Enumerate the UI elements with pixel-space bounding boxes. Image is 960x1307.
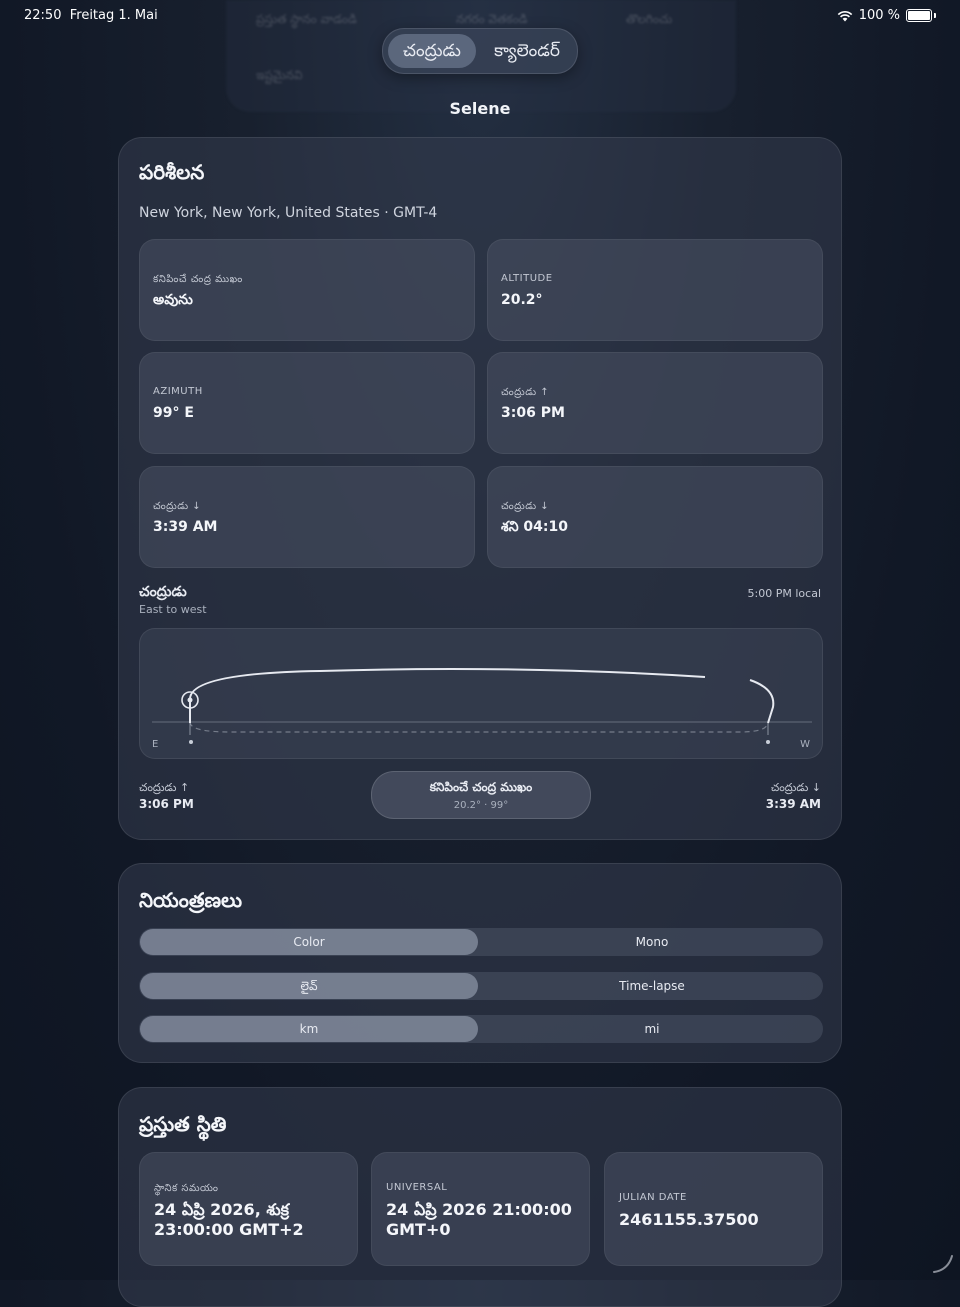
tile-value-line1: 24 ఏప్రి 2026, శుక్ర — [154, 1200, 290, 1219]
tile-label: చంద్రుడు ↑ — [501, 387, 550, 398]
resize-handle-icon[interactable] — [930, 1250, 956, 1276]
julian-date-tile: JULIAN DATE 2461155.37500 — [604, 1152, 823, 1266]
tile-value: అవును — [153, 292, 193, 308]
tab-moon[interactable]: చంద్రుడు — [388, 34, 476, 68]
location-label: New York, New York, United States · GMT-… — [139, 205, 438, 221]
visible-face-pill[interactable]: కనిపించే చంద్ర ముఖం 20.2° · 99° — [371, 771, 591, 819]
battery-icon — [906, 9, 932, 22]
status-right: 100 % — [837, 8, 936, 23]
local-time-tile: స్థానిక సమయం 24 ఏప్రి 2026, శుక్ర 23:00:… — [139, 1152, 358, 1266]
ghost-item: నగరం వెతకండి — [456, 12, 528, 26]
below-horizon-path — [189, 721, 769, 733]
units-toggle: km mi — [139, 1015, 823, 1043]
time-mode-toggle: లైవ్ Time-lapse — [139, 972, 823, 1000]
battery-percent: 100 % — [858, 8, 900, 23]
observation-title: పరిశీలన — [139, 160, 205, 184]
app-title: Selene — [449, 99, 511, 118]
tile-value: 99° E — [153, 405, 194, 421]
current-state-card: ప్రస్తుత స్థితి స్థానిక సమయం 24 ఏప్రి 20… — [118, 1087, 842, 1307]
tile-label: స్థానిక సమయం — [154, 1183, 219, 1194]
universal-time-tile: UNIVERSAL 24 ఏప్రి 2026 21:00:00 GMT+0 — [371, 1152, 590, 1266]
current-state-title: ప్రస్తుత స్థితి — [139, 1112, 227, 1136]
status-left: 22:50 Freitag 1. Mai — [24, 8, 158, 23]
moonset-tile: చంద్రుడు ↓ 3:39 AM — [139, 466, 475, 568]
status-time: 22:50 — [24, 8, 62, 23]
moon-path-title: చంద్రుడు — [139, 584, 187, 600]
tile-value: శని 04:10 — [501, 519, 568, 535]
set-dot — [766, 740, 770, 744]
mi-option[interactable]: mi — [481, 1015, 823, 1043]
tile-label: కనిపించే చంద్ర ముఖం — [153, 274, 243, 285]
view-switcher: చంద్రుడు క్యాలెండర్ — [382, 28, 578, 74]
east-label: E — [152, 739, 159, 750]
ghost-item: తొలగించు — [626, 12, 673, 26]
tile-value-line1: 24 ఏప్రి 2026 21:00:00 — [386, 1200, 572, 1219]
wifi-icon — [837, 10, 852, 21]
moon-path-graph: E W — [139, 628, 823, 759]
set-label: చంద్రుడు ↓ — [770, 781, 821, 794]
tile-label: చంద్రుడు ↓ — [153, 501, 202, 512]
next-moonset-tile: చంద్రుడు ↓ శని 04:10 — [487, 466, 823, 568]
set-time: 3:39 AM — [765, 797, 821, 811]
tile-value: 3:39 AM — [153, 519, 218, 535]
tile-label: AZIMUTH — [153, 386, 203, 397]
controls-title: నియంత్రణలు — [139, 888, 243, 912]
altitude-tile: ALTITUDE 20.2° — [487, 239, 823, 341]
moon-arc-end — [749, 679, 775, 724]
rise-time: 3:06 PM — [139, 797, 194, 811]
tile-value-line2: GMT+0 — [386, 1220, 451, 1239]
moonrise-tile: చంద్రుడు ↑ 3:06 PM — [487, 352, 823, 454]
visible-face-tile: కనిపించే చంద్ర ముఖం అవును — [139, 239, 475, 341]
tile-value: 2461155.37500 — [619, 1210, 759, 1229]
controls-card: నియంత్రణలు Color Mono లైవ్ Time-lapse km… — [118, 863, 842, 1063]
moon-path-svg — [152, 668, 812, 744]
mono-option[interactable]: Mono — [481, 928, 823, 956]
pill-subtitle: 20.2° · 99° — [453, 800, 509, 811]
azimuth-tile: AZIMUTH 99° E — [139, 352, 475, 454]
tile-label: చంద్రుడు ↓ — [501, 501, 550, 512]
battery-tip — [934, 13, 936, 18]
rise-dot — [189, 740, 193, 744]
moon-path-subtitle: East to west — [139, 603, 207, 616]
tile-label: ALTITUDE — [501, 273, 553, 284]
km-option[interactable]: km — [140, 1016, 478, 1042]
tile-label: UNIVERSAL — [386, 1182, 448, 1193]
status-date: Freitag 1. Mai — [69, 8, 158, 23]
timelapse-option[interactable]: Time-lapse — [481, 972, 823, 1000]
west-label: W — [800, 739, 810, 750]
ghost-item: ప్రస్తుత స్థానం వాడండి — [256, 12, 357, 26]
moon-path-time: 5:00 PM local — [747, 587, 821, 600]
tile-value: 20.2° — [501, 292, 543, 308]
color-option[interactable]: Color — [140, 929, 478, 955]
moon-arc-path — [189, 668, 706, 723]
rise-label: చంద్రుడు ↑ — [139, 781, 190, 794]
tile-value-line2: 23:00:00 GMT+2 — [154, 1220, 304, 1239]
live-option[interactable]: లైవ్ — [140, 973, 478, 999]
tile-value: 3:06 PM — [501, 405, 565, 421]
pill-title: కనిపించే చంద్ర ముఖం — [429, 780, 533, 794]
color-mode-toggle: Color Mono — [139, 928, 823, 956]
observation-card: పరిశీలన New York, New York, United State… — [118, 137, 842, 840]
tile-label: JULIAN DATE — [619, 1192, 687, 1203]
moon-marker-dot — [187, 697, 193, 703]
tab-calendar[interactable]: క్యాలెండర్ — [483, 34, 571, 68]
ghost-item: ఇష్టమైనవి — [256, 68, 303, 82]
